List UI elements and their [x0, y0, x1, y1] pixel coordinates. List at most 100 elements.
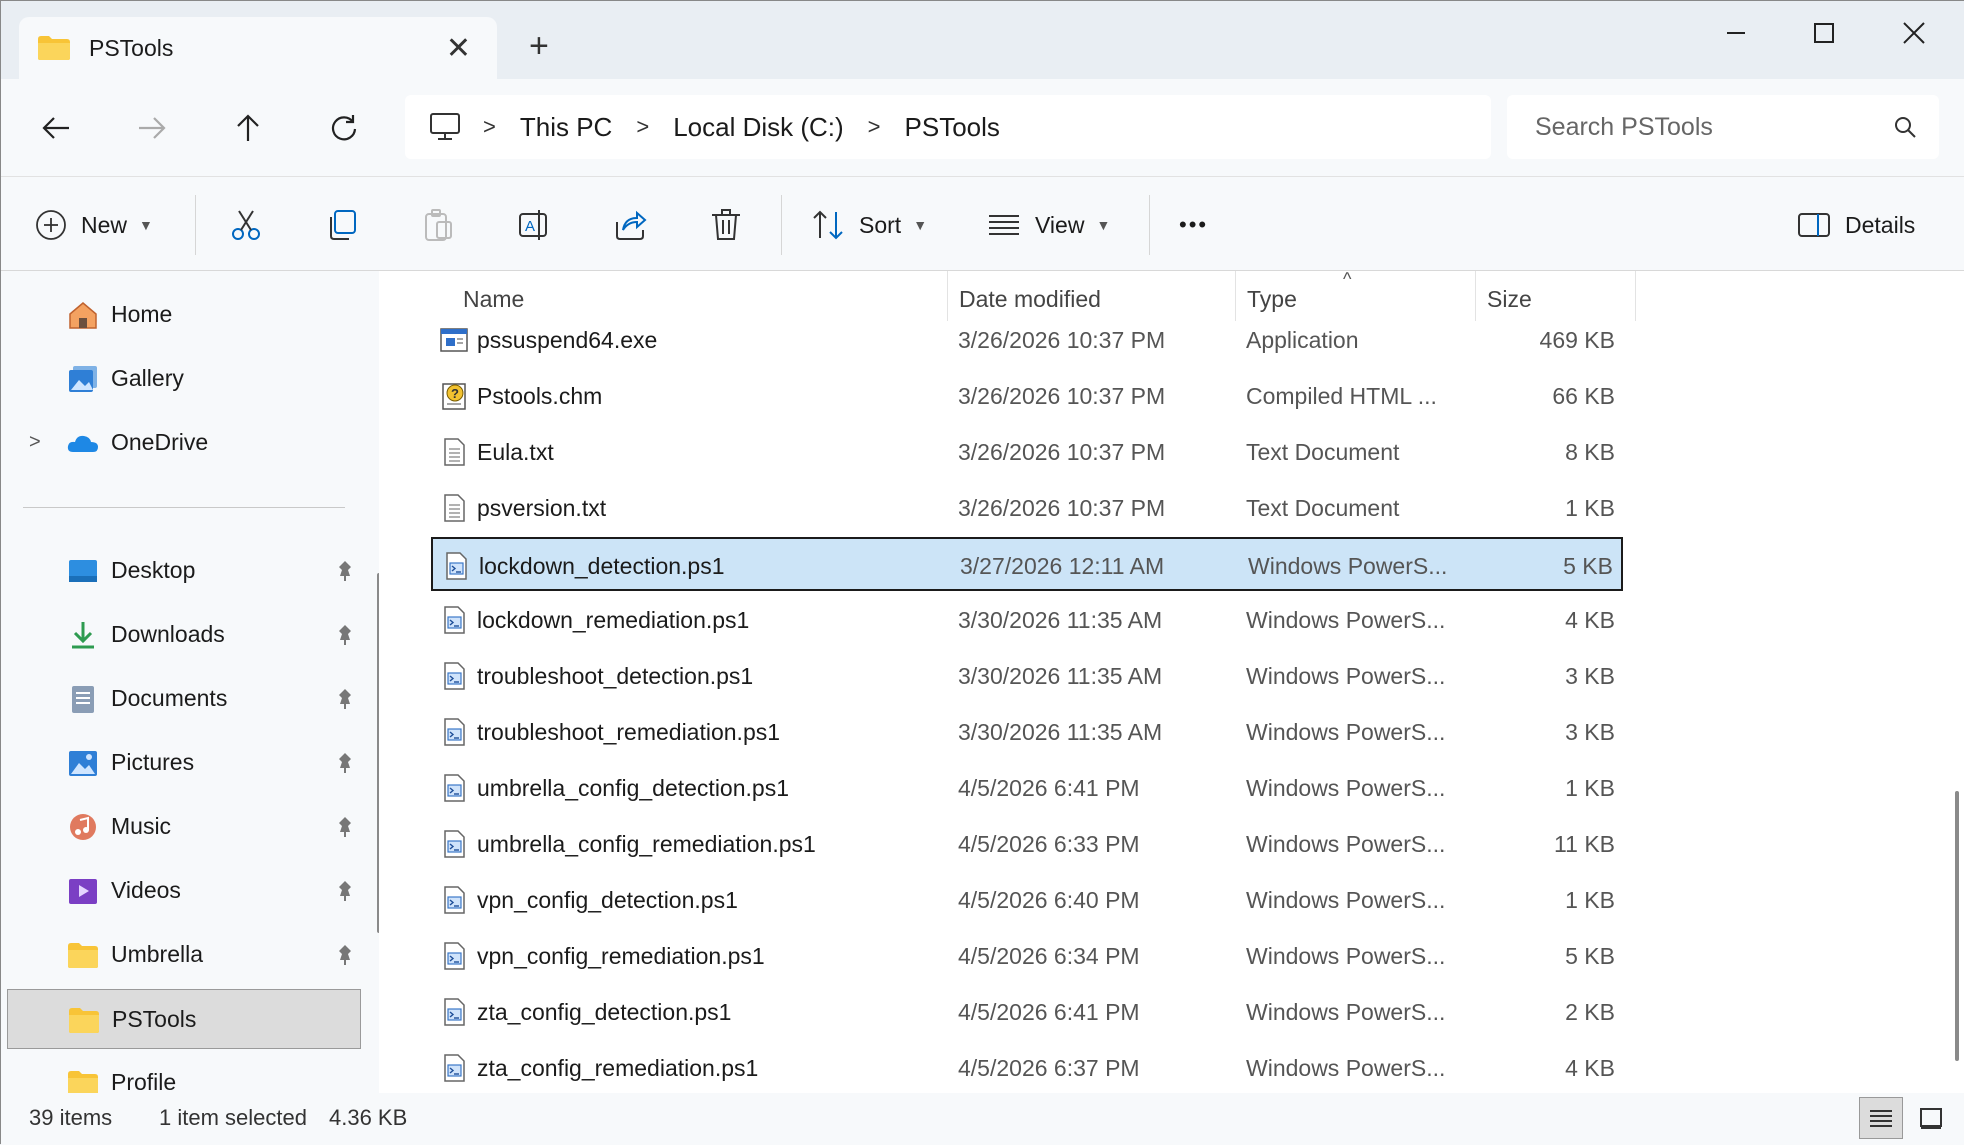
file-date: 4/5/2026 6:41 PM: [958, 775, 1140, 801]
sidebar-item-downloads[interactable]: Downloads: [7, 605, 361, 665]
table-row[interactable]: zta_config_detection.ps1 4/5/2026 6:41 PM…: [431, 985, 1623, 1039]
downloads-icon: [72, 622, 94, 649]
sidebar-item-profile[interactable]: Profile: [7, 1053, 361, 1093]
svg-text:?: ?: [451, 386, 459, 401]
file-size: 1 KB: [1565, 495, 1615, 521]
maximize-button[interactable]: [1789, 13, 1859, 53]
file-size: 4 KB: [1565, 1055, 1615, 1081]
breadcrumb-pstools[interactable]: PSTools: [905, 112, 1000, 143]
breadcrumb-local-disk[interactable]: Local Disk (C:): [673, 112, 843, 143]
forward-button[interactable]: [127, 103, 177, 153]
table-row[interactable]: lockdown_remediation.ps1 3/30/2026 11:35 …: [431, 593, 1623, 647]
search-placeholder: Search PSTools: [1535, 112, 1713, 141]
sidebar-item-music[interactable]: Music: [7, 797, 361, 857]
close-window-button[interactable]: [1879, 13, 1949, 53]
divider: [1149, 195, 1150, 255]
arrow-left-icon: [42, 117, 69, 139]
pin-icon[interactable]: [335, 815, 355, 837]
chevron-right-icon[interactable]: >: [636, 114, 649, 140]
sidebar-item-onedrive[interactable]: > OneDrive: [7, 413, 361, 473]
file-date: 3/26/2026 10:37 PM: [958, 383, 1166, 409]
tab-pstools[interactable]: PSTools ✕: [19, 17, 497, 79]
navigation-pane: Home Gallery > OneDrive Desktop Download…: [1, 271, 379, 1093]
search-icon: [1895, 117, 1916, 138]
rename-button[interactable]: A: [517, 203, 551, 247]
table-row[interactable]: troubleshoot_detection.ps1 3/30/2026 11:3…: [431, 649, 1623, 703]
view-button[interactable]: View ▼: [987, 203, 1110, 247]
sidebar-item-pictures[interactable]: Pictures: [7, 733, 361, 793]
view-label: View: [1035, 211, 1085, 238]
delete-button[interactable]: [709, 203, 743, 247]
sidebar-scrollbar[interactable]: [377, 573, 379, 933]
minimize-button[interactable]: [1701, 13, 1771, 53]
file-date: 3/26/2026 10:37 PM: [958, 495, 1166, 521]
file-date: 3/30/2026 11:35 AM: [958, 719, 1163, 745]
sidebar-divider: [23, 507, 345, 508]
new-tab-button[interactable]: +: [529, 29, 549, 63]
folder-icon: [68, 1071, 98, 1093]
cut-button[interactable]: [229, 203, 263, 247]
details-pane-button[interactable]: Details: [1797, 203, 1915, 247]
table-row[interactable]: lockdown_detection.ps1 3/27/2026 12:11 AM…: [431, 537, 1623, 591]
sidebar-item-umbrella[interactable]: Umbrella: [7, 925, 361, 985]
sidebar-item-gallery[interactable]: Gallery: [7, 349, 361, 409]
file-explorer-window: PSTools ✕ + > This PC > Local Disk (C:) …: [0, 0, 1964, 1145]
pin-icon[interactable]: [335, 879, 355, 901]
file-type: Windows PowerS...: [1246, 943, 1446, 969]
paste-button[interactable]: [421, 203, 455, 247]
file-size: 469 KB: [1539, 327, 1615, 353]
table-row[interactable]: umbrella_config_remediation.ps1 4/5/2026 …: [431, 817, 1623, 871]
more-options-button[interactable]: •••: [1179, 203, 1208, 247]
sidebar-item-desktop[interactable]: Desktop: [7, 541, 361, 601]
file-name: lockdown_detection.ps1: [479, 553, 725, 579]
chevron-right-icon[interactable]: >: [868, 114, 881, 140]
refresh-button[interactable]: [319, 103, 369, 153]
file-date: 3/30/2026 11:35 AM: [958, 663, 1163, 689]
table-row[interactable]: pssuspend64.exe 3/26/2026 10:37 PM Applica…: [431, 313, 1623, 367]
status-bar: 39 items 1 item selected 4.36 KB: [1, 1093, 1964, 1145]
file-name: vpn_config_detection.ps1: [477, 887, 738, 913]
sort-button[interactable]: Sort ▼: [811, 203, 927, 247]
table-row[interactable]: psversion.txt 3/26/2026 10:37 PM Text Docu…: [431, 481, 1623, 535]
breadcrumb-this-pc[interactable]: This PC: [520, 112, 612, 143]
sidebar-item-home[interactable]: Home: [7, 285, 361, 345]
chevron-right-icon[interactable]: >: [483, 114, 496, 140]
breadcrumb[interactable]: > This PC > Local Disk (C:) > PSTools: [405, 95, 1491, 159]
chevron-down-icon: ▼: [1096, 217, 1111, 233]
close-tab-icon[interactable]: ✕: [446, 31, 471, 66]
table-row[interactable]: umbrella_config_detection.ps1 4/5/2026 6:…: [431, 761, 1623, 815]
sidebar-item-documents[interactable]: Documents: [7, 669, 361, 729]
file-type: Windows PowerS...: [1248, 553, 1448, 579]
share-button[interactable]: [613, 203, 647, 247]
new-button[interactable]: New ▼: [35, 203, 153, 247]
pin-icon[interactable]: [335, 687, 355, 709]
tiles-view-button[interactable]: [1909, 1097, 1953, 1139]
table-row[interactable]: ? Pstools.chm 3/26/2026 10:37 PM Compiled H…: [431, 369, 1623, 423]
up-button[interactable]: [223, 103, 273, 153]
table-row[interactable]: Eula.txt 3/26/2026 10:37 PM Text Document 8…: [431, 425, 1623, 479]
sidebar-item-pstools[interactable]: PSTools: [7, 989, 361, 1049]
table-row[interactable]: zta_config_remediation.ps1 4/5/2026 6:37 …: [431, 1041, 1623, 1093]
copy-button[interactable]: [325, 203, 359, 247]
pin-icon[interactable]: [335, 943, 355, 965]
table-row[interactable]: vpn_config_remediation.ps1 4/5/2026 6:34 …: [431, 929, 1623, 983]
sidebar-item-videos[interactable]: Videos: [7, 861, 361, 921]
chevron-right-icon[interactable]: >: [29, 431, 41, 454]
back-button[interactable]: [31, 103, 81, 153]
computer-icon: [430, 113, 460, 140]
documents-icon: [72, 686, 94, 713]
table-row[interactable]: troubleshoot_remediation.ps1 3/30/2026 11…: [431, 705, 1623, 759]
divider: [781, 195, 782, 255]
pin-icon[interactable]: [335, 751, 355, 773]
file-size: 1 KB: [1565, 775, 1615, 801]
table-row[interactable]: vpn_config_detection.ps1 4/5/2026 6:40 PM…: [431, 873, 1623, 927]
pin-icon[interactable]: [335, 559, 355, 581]
details-label: Details: [1845, 211, 1916, 238]
search-input[interactable]: Search PSTools: [1507, 95, 1939, 159]
details-view-button[interactable]: [1859, 1097, 1903, 1139]
pin-icon[interactable]: [335, 623, 355, 645]
file-list-scrollbar[interactable]: [1955, 791, 1959, 1061]
gallery-icon: [69, 366, 97, 392]
column-divider[interactable]: [1635, 271, 1636, 321]
svg-text:A: A: [525, 218, 535, 235]
